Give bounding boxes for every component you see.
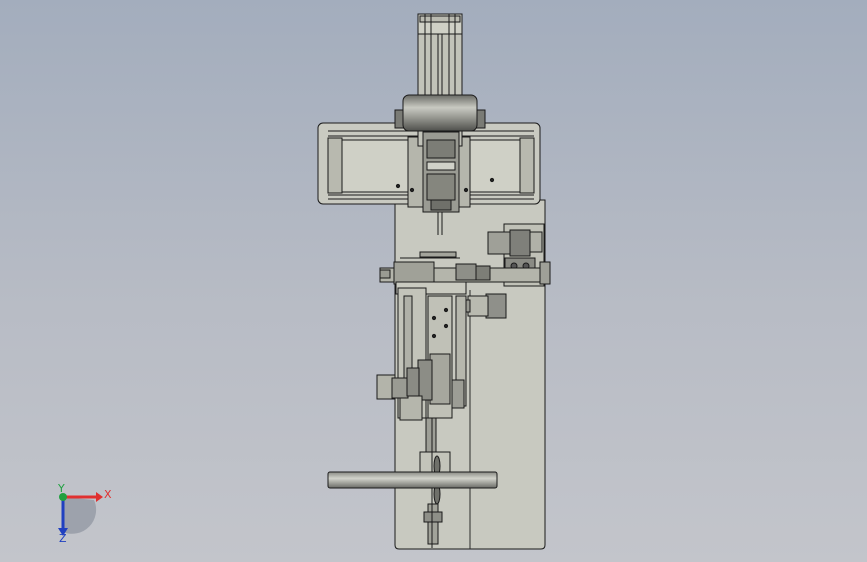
y-axis-label: Y <box>57 482 65 495</box>
x-axis-arrowhead <box>96 492 103 502</box>
cad-graphics-viewport[interactable]: X Y Z <box>0 0 867 562</box>
lower-horizontal-shaft <box>327 471 498 489</box>
x-axis-label: X <box>104 488 112 501</box>
z-axis-label: Z <box>59 532 67 545</box>
gantry-drive-motor <box>394 94 486 132</box>
coordinate-triad: X Y Z <box>57 482 112 545</box>
center-vertical-slides <box>397 287 467 421</box>
triad-backdrop <box>63 497 97 534</box>
machine-assembly-drawing[interactable]: X Y Z <box>0 0 867 562</box>
